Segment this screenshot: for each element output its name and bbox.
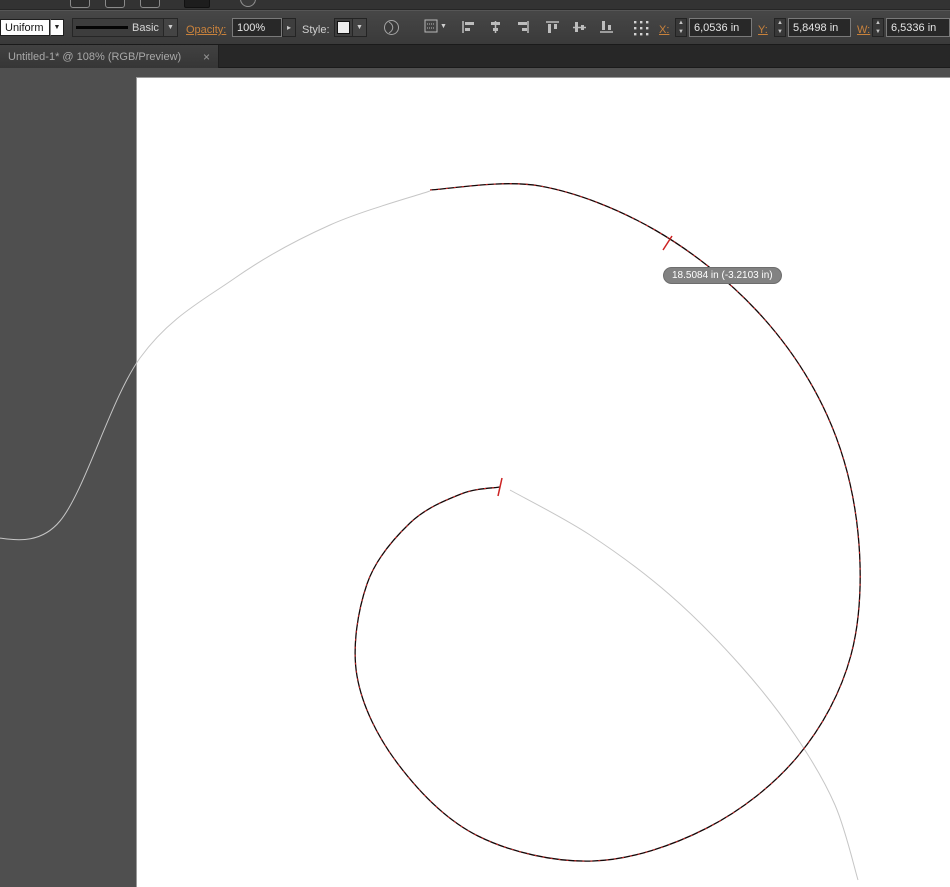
brush-definition-select[interactable]: Basic ▼: [72, 18, 178, 37]
toolbar-clipped-strip: [0, 0, 950, 10]
align-bottom-button[interactable]: [598, 19, 615, 35]
style-dropdown-arrow-icon[interactable]: ▼: [352, 19, 366, 36]
step-down-icon[interactable]: ▼: [873, 28, 883, 37]
artboard-grid-icon: [424, 19, 438, 33]
width-profile-dropdown-arrow-icon[interactable]: ▼: [50, 19, 64, 36]
toolbar-partial-circle-icon[interactable]: [240, 0, 256, 7]
align-top-icon: [546, 21, 559, 33]
x-input[interactable]: [689, 18, 752, 37]
document-tab-bar: Untitled-1* @ 108% (RGB/Preview) ×: [0, 45, 950, 68]
tab-close-icon[interactable]: ×: [203, 50, 210, 64]
align-middle-icon: [573, 22, 586, 32]
opacity-input[interactable]: [232, 18, 282, 37]
x-label[interactable]: X:: [659, 24, 669, 36]
step-down-icon[interactable]: ▼: [775, 28, 785, 37]
y-label[interactable]: Y:: [758, 24, 768, 36]
width-profile-value: Uniform: [5, 21, 44, 34]
w-label[interactable]: W:: [857, 24, 870, 36]
brush-dropdown-arrow-icon[interactable]: ▼: [163, 19, 177, 36]
align-top-button[interactable]: [544, 19, 561, 35]
step-down-icon[interactable]: ▼: [676, 28, 686, 37]
align-middle-button[interactable]: [571, 19, 588, 35]
chevron-down-icon: ▼: [440, 22, 447, 30]
control-bar: Uniform ▼ Basic ▼ Opacity: ▸ Style: ▼: [0, 10, 950, 45]
document-tab[interactable]: Untitled-1* @ 108% (RGB/Preview) ×: [0, 45, 219, 68]
measure-tooltip: 18.5084 in (-3.2103 in): [663, 267, 782, 284]
illustrator-window: Uniform ▼ Basic ▼ Opacity: ▸ Style: ▼: [0, 0, 950, 887]
spiral-path: [354, 183, 861, 862]
step-up-icon[interactable]: ▲: [775, 19, 785, 28]
align-center-button[interactable]: [487, 19, 504, 35]
width-profile-select[interactable]: Uniform: [0, 19, 50, 36]
stroke-preview-swatch: [76, 26, 128, 29]
align-bottom-icon: [600, 21, 613, 33]
recolor-artwork-button[interactable]: [383, 19, 400, 36]
spiral-construction-outer: [0, 190, 431, 541]
align-left-icon: [462, 21, 474, 33]
align-left-button[interactable]: [460, 19, 477, 35]
opacity-label[interactable]: Opacity:: [186, 24, 226, 36]
brush-name: Basic: [132, 21, 159, 34]
toolbar-partial-button[interactable]: [70, 0, 90, 8]
opacity-more-button[interactable]: ▸: [282, 18, 296, 37]
style-label: Style:: [302, 24, 330, 36]
canvas-area[interactable]: 18.5084 in (-3.2103 in): [0, 68, 950, 887]
step-up-icon[interactable]: ▲: [676, 19, 686, 28]
reference-point-locator[interactable]: [632, 19, 651, 37]
y-input[interactable]: [788, 18, 851, 37]
toolbar-partial-button[interactable]: [105, 0, 125, 8]
w-input[interactable]: [886, 18, 950, 37]
reference-point-grid-icon: [634, 21, 649, 36]
w-stepper[interactable]: ▲ ▼: [872, 18, 884, 37]
globe-icon: [384, 20, 399, 35]
graphic-style-select[interactable]: ▼: [334, 18, 367, 37]
align-right-icon: [518, 21, 529, 33]
spiral-path-red-dashes: [354, 183, 861, 862]
align-to-dropdown[interactable]: ▼: [424, 19, 447, 33]
align-center-icon: [491, 21, 500, 33]
toolbar-partial-button[interactable]: [140, 0, 160, 8]
spiral-artwork[interactable]: [0, 68, 950, 887]
style-swatch: [337, 21, 350, 34]
align-right-button[interactable]: [514, 19, 531, 35]
spiral-construction-inner: [509, 489, 859, 881]
document-tab-title: Untitled-1* @ 108% (RGB/Preview): [8, 50, 182, 63]
toolbar-partial-button[interactable]: [184, 0, 210, 8]
x-stepper[interactable]: ▲ ▼: [675, 18, 687, 37]
y-stepper[interactable]: ▲ ▼: [774, 18, 786, 37]
step-up-icon[interactable]: ▲: [873, 19, 883, 28]
